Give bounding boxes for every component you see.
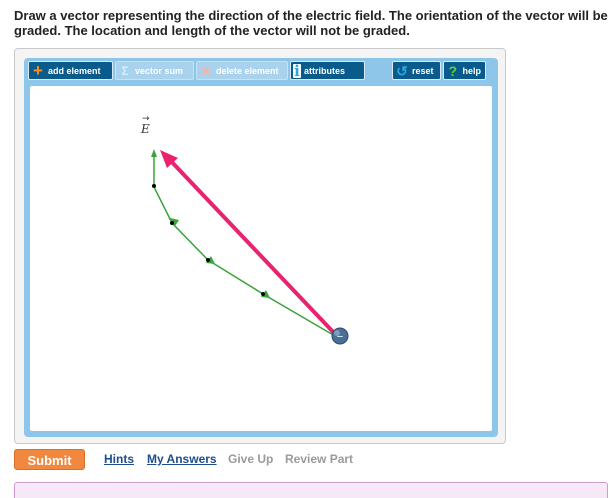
drawing-tool: + add element Σ vector sum ✕ delete elem… [14,48,506,444]
question-text: Draw a vector representing the direction… [14,8,608,38]
vector-sum-button[interactable]: Σ vector sum [115,61,194,80]
charge-sign: − [337,331,343,343]
help-icon: ? [448,62,458,79]
help-label: help [462,65,481,76]
attributes-label: attributes [304,65,346,76]
reset-icon: ↺ [396,62,408,79]
reset-label: reset [412,65,434,76]
delete-element-button[interactable]: ✕ delete element [196,61,288,80]
user-vector[interactable] [166,156,338,337]
attributes-button[interactable]: i attributes [290,61,365,80]
canvas-drawing: − [151,149,349,345]
x-icon: ✕ [200,62,212,79]
field-point [152,184,156,188]
reset-button[interactable]: ↺ reset [392,61,441,80]
field-point [170,221,174,225]
add-element-label: add element [48,65,101,76]
delete-element-label: delete element [216,65,279,76]
my-answers-link[interactable]: My Answers [147,452,217,466]
feedback-box [14,482,608,498]
page: Draw a vector representing the direction… [0,0,615,498]
submit-button[interactable]: Submit [14,449,85,470]
add-element-button[interactable]: + add element [28,61,113,80]
field-point [261,292,265,296]
field-line [153,153,336,337]
drawing-tool-frame: + add element Σ vector sum ✕ delete elem… [24,58,498,437]
sigma-icon: Σ [121,63,129,78]
review-part-link: Review Part [285,452,354,466]
drawing-canvas[interactable]: → E − [30,86,492,431]
help-button[interactable]: ? help [443,61,486,80]
info-icon: i [293,61,301,80]
vector-sum-label: vector sum [135,65,184,76]
toolbar: + add element Σ vector sum ✕ delete elem… [24,58,498,84]
hints-link[interactable]: Hints [104,452,134,466]
give-up-link: Give Up [228,452,274,466]
plus-icon: + [33,60,43,80]
field-line-arrowhead [151,149,157,157]
field-point [206,258,210,262]
